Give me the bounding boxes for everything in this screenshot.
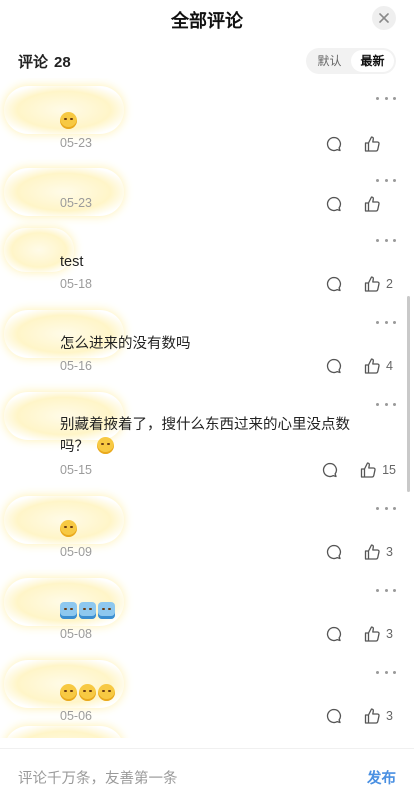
like-icon[interactable]	[359, 461, 377, 479]
comment-actions: 3	[325, 624, 396, 644]
comment-actions: 4	[325, 356, 396, 376]
more-icon[interactable]	[376, 94, 396, 102]
avatar[interactable]	[4, 726, 124, 738]
scrollbar[interactable]	[407, 296, 410, 492]
comment-date: 05-15	[60, 463, 92, 477]
more-icon[interactable]	[376, 176, 396, 184]
like-count: 15	[382, 463, 396, 477]
sticker-emoji-icon	[79, 602, 96, 619]
sort-default-tab[interactable]: 默认	[308, 50, 351, 72]
comment-date: 05-23	[60, 196, 92, 210]
comment-actions: 15	[321, 460, 396, 480]
emoji-row	[60, 684, 115, 701]
more-icon[interactable]	[376, 400, 396, 408]
comment-input-bar: 评论千万条，友善第一条 发布	[0, 748, 414, 801]
sort-toggle: 默认 最新	[306, 48, 396, 74]
sticker-emoji-icon	[98, 602, 115, 619]
comment-summary-bar: 评论 28 默认 最新	[0, 44, 414, 78]
emoji-row	[60, 602, 115, 619]
more-icon[interactable]	[376, 504, 396, 512]
smirk-emoji-icon	[97, 437, 115, 454]
like-icon[interactable]	[363, 357, 381, 375]
comment-label: 评论	[18, 54, 49, 71]
publish-button[interactable]: 发布	[367, 767, 396, 788]
sort-latest-tab[interactable]: 最新	[351, 50, 394, 72]
comment-text: 怎么进来的没有数吗	[60, 336, 191, 352]
like-count: 3	[386, 709, 393, 723]
comment-input[interactable]: 评论千万条，友善第一条	[18, 767, 178, 788]
comment-date: 05-06	[60, 709, 92, 723]
reply-icon[interactable]	[325, 357, 343, 375]
like-count: 3	[386, 545, 393, 559]
comment-actions	[325, 134, 396, 154]
like-icon[interactable]	[363, 275, 381, 293]
smirk-emoji-icon	[79, 684, 96, 701]
smirk-emoji-icon	[60, 684, 77, 701]
comment-count-label: 评论 28	[18, 51, 71, 72]
close-icon	[379, 13, 389, 23]
more-icon[interactable]	[376, 236, 396, 244]
more-icon[interactable]	[376, 586, 396, 594]
comment-actions: 2	[325, 274, 396, 294]
like-icon[interactable]	[363, 625, 381, 643]
comment-text: test	[60, 254, 84, 270]
close-button[interactable]	[372, 6, 396, 30]
reply-icon[interactable]	[325, 275, 343, 293]
comment-count: 28	[54, 54, 71, 71]
comment-list: 05-23 05-23 test 05-18 2 怎么进来的没有数吗 05-16…	[0, 78, 414, 738]
reply-icon[interactable]	[325, 707, 343, 725]
smirk-emoji-icon	[60, 112, 77, 129]
header: 全部评论	[0, 0, 414, 38]
comment-date: 05-08	[60, 627, 92, 641]
comment-date: 05-23	[60, 136, 92, 150]
more-icon[interactable]	[376, 668, 396, 676]
reply-icon[interactable]	[325, 195, 343, 213]
comment-actions	[325, 194, 396, 214]
comment-date: 05-18	[60, 277, 92, 291]
like-count: 4	[386, 359, 393, 373]
emoji-row	[60, 112, 77, 129]
like-icon[interactable]	[363, 195, 381, 213]
emoji-row	[60, 520, 77, 537]
reply-icon[interactable]	[325, 543, 343, 561]
like-icon[interactable]	[363, 707, 381, 725]
comment-text: 别藏着掖着了，搜什么东西过来的心里没点数吗？	[60, 414, 354, 458]
like-count: 3	[386, 627, 393, 641]
more-icon[interactable]	[376, 318, 396, 326]
like-count: 2	[386, 277, 393, 291]
comment-date: 05-09	[60, 545, 92, 559]
comment-date: 05-16	[60, 359, 92, 373]
reply-icon[interactable]	[325, 135, 343, 153]
like-icon[interactable]	[363, 543, 381, 561]
reply-icon[interactable]	[321, 461, 339, 479]
comment-actions: 3	[325, 542, 396, 562]
reply-icon[interactable]	[325, 625, 343, 643]
grin-emoji-icon	[98, 684, 115, 701]
tongue-emoji-icon	[60, 520, 77, 537]
like-icon[interactable]	[363, 135, 381, 153]
sticker-emoji-icon	[60, 602, 77, 619]
comment-actions: 3	[325, 706, 396, 726]
page-title: 全部评论	[171, 11, 243, 31]
